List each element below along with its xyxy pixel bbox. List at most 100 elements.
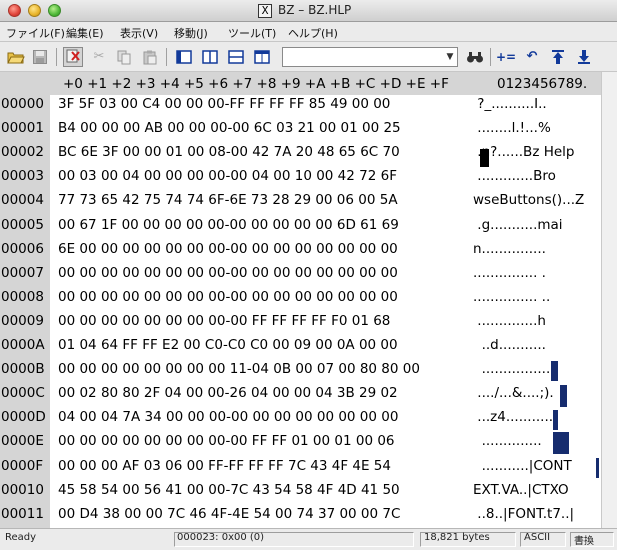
row-hex-bytes[interactable]: BC 6E 3F 00 00 01 00 08-00 42 7A 20 48 6… [58,144,400,160]
menu-view[interactable]: 表示(V) [120,25,158,41]
row-address: 0000B [1,361,45,378]
row-hex-bytes[interactable]: 00 00 00 00 00 00 00 00-00 FF FF FF FF F… [58,313,390,329]
split-vertical-icon[interactable] [200,47,220,67]
single-view-icon[interactable] [174,47,194,67]
row-address: 00001 [1,120,44,137]
minimize-window-button[interactable] [28,4,41,17]
status-encoding: ASCII [524,532,551,543]
row-address: 00003 [1,168,44,185]
text-offset-header: 0123456789. [497,76,588,92]
copy-icon[interactable] [114,47,134,67]
row-text[interactable]: ..d........... [473,337,546,353]
status-ready: Ready [5,532,37,543]
row-address: 00008 [1,288,44,305]
row-hex-bytes[interactable]: 45 58 54 00 56 41 00 00-7C 43 54 58 4F 4… [58,482,400,498]
row-text[interactable]: ..............h [473,313,546,329]
status-mode: 書換 [574,536,594,547]
vertical-scrollbar[interactable] [601,72,617,528]
row-text[interactable]: ............... . [473,265,546,281]
zoom-window-button[interactable] [48,4,61,17]
row-hex-bytes[interactable]: 00 03 00 04 00 00 00 00-00 04 00 10 00 4… [58,168,397,184]
row-text[interactable]: ...........|CONT [473,458,572,474]
search-combobox[interactable]: ▼ [282,47,458,67]
row-hex-bytes[interactable]: B4 00 00 00 AB 00 00 00-00 6C 03 21 00 0… [58,120,401,136]
title-bar: X BZ – BZ.HLP [0,0,617,22]
row-text[interactable]: ...z4........... [473,409,553,425]
row-hex-bytes[interactable]: 04 00 04 7A 34 00 00 00-00 00 00 00 00 0… [58,409,398,425]
row-text[interactable]: ..8..|FONT.t7..| [473,506,574,522]
menu-help[interactable]: ヘルプ(H) [288,25,338,41]
row-address: 0000D [1,409,46,426]
row-hex-bytes[interactable]: 6E 00 00 00 00 00 00 00-00 00 00 00 00 0… [58,241,398,257]
jump-down-icon[interactable] [574,47,594,67]
row-hex-bytes[interactable]: 00 67 1F 00 00 00 00 00-00 00 00 00 00 6… [58,217,399,233]
row-text[interactable]: n............... [473,241,546,257]
menu-edit[interactable]: 編集(E) [66,25,104,41]
row-hex-bytes[interactable]: 00 02 80 80 2F 04 00 00-26 04 00 00 04 3… [58,385,398,401]
row-text[interactable]: .............. [473,433,542,449]
row-hex-bytes[interactable]: 01 04 64 FF FF E2 00 C0-C0 C0 00 09 00 0… [58,337,398,353]
app-icon: X [258,4,272,18]
menu-tools[interactable]: ツール(T) [228,25,276,41]
row-address: 00004 [1,192,44,209]
selection-mark [553,410,558,430]
row-text[interactable]: ..../...&....;). [473,385,553,401]
row-text[interactable]: EXT.VA..|CTXO [473,482,569,498]
row-hex-bytes[interactable]: 00 00 00 00 00 00 00 00-00 00 00 00 00 0… [58,289,398,305]
split-horizontal-icon[interactable] [226,47,246,67]
paste-icon[interactable] [140,47,160,67]
toolbar: ✂ ▼ += ↶ [0,42,617,72]
close-window-button[interactable] [8,4,21,17]
row-hex-bytes[interactable]: 77 73 65 42 75 74 74 6F-6E 73 28 29 00 0… [58,192,398,208]
toolbar-separator [490,48,491,66]
hex-view[interactable]: +0 +1 +2 +3 +4 +5 +6 +7 +8 +9 +A +B +C +… [0,72,617,528]
selection-mark [553,432,569,454]
row-hex-bytes[interactable]: 3F 5F 03 00 C4 00 00 00-FF FF FF FF 85 4… [58,96,390,112]
row-address: 0000C [1,385,45,402]
status-size: 18,821 bytes [424,532,490,543]
save-icon[interactable] [30,47,50,67]
row-text[interactable]: .n?......Bz Help [473,144,574,160]
row-text[interactable]: ........l.!...% [473,120,551,136]
row-address: 00005 [1,216,44,233]
add-bookmark-icon[interactable]: += [496,47,516,67]
row-hex-bytes[interactable]: 00 00 00 AF 03 06 00 FF-FF FF FF 7C 43 4… [58,458,391,474]
menu-jump[interactable]: 移動(J) [174,25,208,41]
status-bar: Ready 000023: 0x00 (0) 18,821 bytes ASCI… [0,528,617,550]
toolbar-separator [166,48,167,66]
row-address: 00011 [1,505,44,522]
delete-icon[interactable] [63,47,83,67]
row-address: 0000F [1,457,44,474]
row-text[interactable]: ................ [473,361,551,377]
toolbar-separator [56,48,57,66]
row-text[interactable]: ............... .. [473,289,550,305]
row-hex-bytes[interactable]: 00 D4 38 00 00 7C 46 4F-4E 54 00 74 37 0… [58,506,400,522]
row-address: 0000A [1,337,45,353]
row-text[interactable]: ?_..........I.. [473,96,546,112]
row-address: 00006 [1,240,44,257]
row-hex-bytes[interactable]: 00 00 00 00 00 00 00 00-00 00 00 00 00 0… [58,265,398,281]
cut-icon[interactable]: ✂ [89,47,109,67]
row-address: 00010 [1,481,44,498]
compare-view-icon[interactable] [252,47,272,67]
menu-bar: ファイル(F) 編集(E) 表示(V) 移動(J) ツール(T) ヘルプ(H) [0,22,617,42]
row-address: 00002 [1,144,44,161]
row-text[interactable]: wseButtons()...Z [473,192,584,208]
window-title: BZ – BZ.HLP [278,3,352,17]
chevron-down-icon[interactable]: ▼ [443,48,457,66]
row-address: 00007 [1,264,44,281]
undo-icon[interactable]: ↶ [522,47,542,67]
row-address: 0000E [1,433,44,450]
find-icon[interactable] [465,47,485,67]
hex-offset-header: +0 +1 +2 +3 +4 +5 +6 +7 +8 +9 +A +B +C +… [63,76,449,92]
row-hex-bytes[interactable]: 00 00 00 00 00 00 00 00-00 FF FF 01 00 0… [58,433,395,449]
row-hex-bytes[interactable]: 00 00 00 00 00 00 00 00 11-04 0B 00 07 0… [58,361,420,377]
status-offset: 000023: 0x00 (0) [177,532,265,543]
jump-up-icon[interactable] [548,47,568,67]
open-folder-icon[interactable] [6,47,26,67]
row-text[interactable]: .g...........mai [473,217,562,233]
menu-file[interactable]: ファイル(F) [6,25,65,41]
selection-mark [551,361,558,381]
selection-mark [560,385,567,407]
row-text[interactable]: .............Bro [473,168,556,184]
